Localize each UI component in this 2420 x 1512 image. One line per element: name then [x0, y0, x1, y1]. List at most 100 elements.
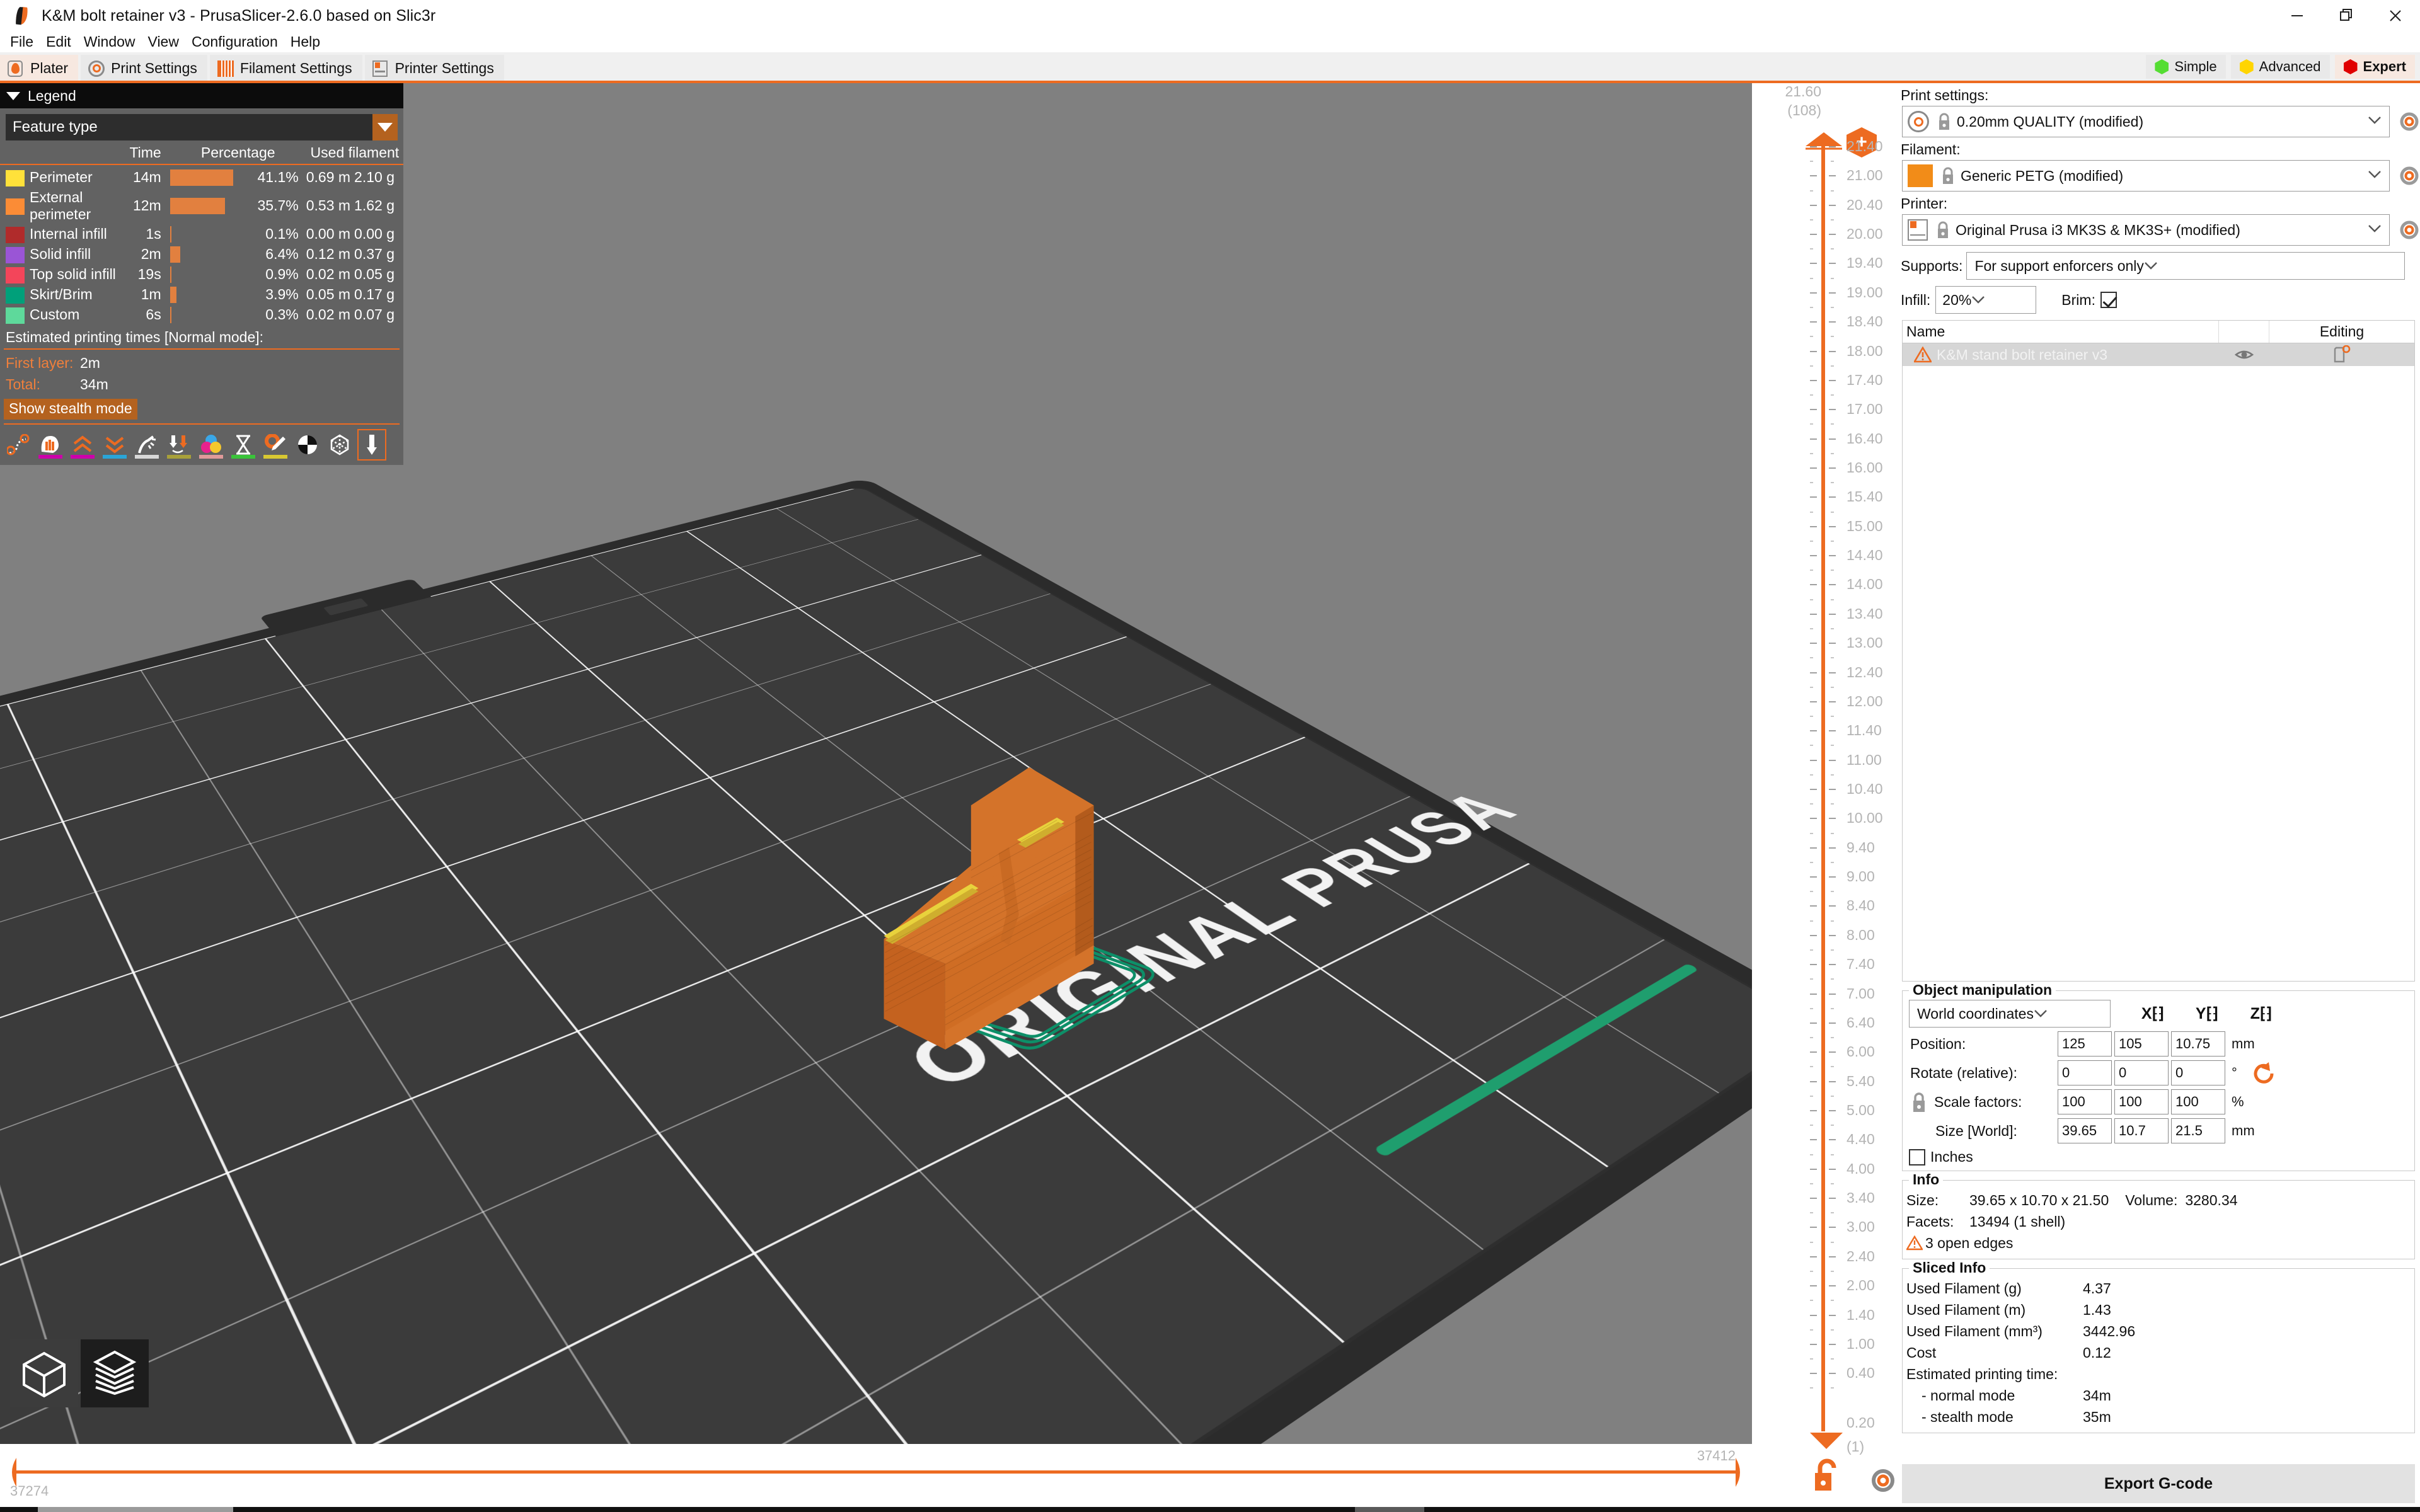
hslider-right-handle[interactable] — [1736, 1458, 1744, 1487]
zslider-minor-tick — [1810, 1329, 1813, 1331]
scrollbar-segment[interactable] — [1355, 1507, 1424, 1512]
mode-advanced[interactable]: Advanced — [2230, 55, 2330, 79]
tab-filament-settings[interactable]: Filament Settings — [209, 55, 362, 82]
close-button[interactable] — [2371, 0, 2420, 32]
zslider-minor-tick — [1810, 920, 1813, 922]
legend-header[interactable]: Legend — [0, 83, 403, 108]
zslider-tick — [1810, 321, 1817, 323]
horizontal-scrollbar[interactable] — [38, 1507, 233, 1512]
menu-configuration[interactable]: Configuration — [185, 32, 284, 52]
horizontal-move-slider[interactable]: 37412 37274 — [0, 1444, 1752, 1501]
chevron-down-icon[interactable] — [372, 114, 398, 140]
color-changes-icon[interactable] — [198, 430, 224, 459]
size-z-input[interactable]: 21.5 — [2171, 1118, 2225, 1143]
print-settings-edit-gear-icon[interactable] — [2399, 111, 2420, 132]
zslider-label: 17.00 — [1847, 401, 1883, 418]
magenta-underline — [71, 454, 95, 459]
menu-view[interactable]: View — [142, 32, 185, 52]
pause-prints-icon[interactable] — [230, 430, 256, 459]
filament-dropdown[interactable]: Generic PETG (modified) — [1902, 160, 2390, 192]
seams-icon[interactable] — [134, 430, 160, 459]
legend-length: 0.02 m — [306, 306, 351, 323]
brim-checkbox[interactable] — [2100, 292, 2117, 308]
legend-title: Legend — [28, 87, 76, 104]
zslider-minor-tick — [1831, 598, 1834, 600]
uniform-scale-lock-icon[interactable] — [1910, 1089, 1928, 1114]
unlock-icon[interactable] — [1812, 1458, 1841, 1493]
zslider-tick — [1810, 730, 1817, 732]
printer-edit-gear-icon[interactable] — [2399, 219, 2420, 241]
size-label: Size: — [1906, 1192, 1939, 1208]
mode-simple[interactable]: Simple — [2146, 55, 2226, 79]
legend-length: 0.12 m — [306, 246, 351, 263]
deretractions-down-icon[interactable] — [101, 430, 128, 459]
tab-plater[interactable]: Plater — [0, 55, 79, 84]
zslider-lower-handle[interactable] — [1810, 1430, 1843, 1449]
mode-expert[interactable]: Expert — [2334, 55, 2415, 79]
maximize-button[interactable] — [2322, 0, 2371, 32]
scale-z-input[interactable]: 100 — [2171, 1089, 2225, 1114]
reset-rotation-icon[interactable] — [2252, 1061, 2276, 1085]
tab-print-settings[interactable]: Print Settings — [81, 55, 207, 82]
window-controls — [2273, 0, 2420, 32]
seams-up-icon[interactable] — [69, 430, 96, 459]
show-stealth-mode-button[interactable]: Show stealth mode — [4, 398, 137, 420]
tool-changes-icon[interactable] — [166, 430, 192, 459]
size-y-input[interactable]: 10.7 — [2114, 1118, 2169, 1143]
eye-icon[interactable] — [2235, 348, 2254, 362]
object-list[interactable]: Name Editing K&M stand bolt retainer v3 — [1902, 320, 2415, 982]
sliced-model[interactable] — [873, 760, 1106, 1050]
total-label: Total: — [6, 375, 40, 392]
rotate-y-input[interactable]: 0 — [2114, 1060, 2169, 1085]
shells-icon[interactable] — [294, 430, 321, 459]
position-y-input[interactable]: 105 — [2114, 1031, 2169, 1057]
tool-marker-icon[interactable] — [326, 430, 353, 459]
position-x-input[interactable]: 125 — [2058, 1031, 2112, 1057]
legend-estimate-title: Estimated printing times [Normal mode]: — [6, 328, 264, 345]
layer-slider[interactable]: 21.60 (108) + 21.40 21.00 20.40 20.00 19.40 1… — [1752, 83, 1897, 1507]
infill-dropdown[interactable]: 20% — [1935, 286, 2037, 314]
minimize-button[interactable] — [2273, 0, 2322, 32]
filament-edit-gear-icon[interactable] — [2399, 165, 2420, 186]
gear-icon[interactable] — [1869, 1467, 1897, 1494]
normal-mode-key: - normal mode — [1922, 1387, 2015, 1404]
view-type-dropdown[interactable]: Feature type — [6, 114, 398, 140]
menu-edit[interactable]: Edit — [40, 32, 78, 52]
inches-checkbox[interactable] — [1909, 1148, 1925, 1166]
scale-y-input[interactable]: 100 — [2114, 1089, 2169, 1114]
size-x-input[interactable]: 39.65 — [2058, 1118, 2112, 1143]
volume-label: Volume: — [2125, 1192, 2178, 1208]
custom-gcodes-icon[interactable] — [262, 430, 289, 459]
coordinate-system-dropdown[interactable]: World coordinates — [1909, 1000, 2111, 1028]
menu-file[interactable]: File — [4, 32, 40, 52]
tab-printer-settings[interactable]: Printer Settings — [364, 55, 504, 82]
swatch-skirt-brim — [6, 287, 25, 304]
legend-time: 1s — [146, 226, 161, 243]
table-row: Skirt/Brim 1m 3.9% 0.05 m 0.17 g — [0, 285, 403, 305]
position-z-input[interactable]: 10.75 — [2171, 1031, 2225, 1057]
rotate-x-input[interactable]: 0 — [2058, 1060, 2112, 1085]
preview-view-button[interactable] — [81, 1339, 149, 1407]
rotate-z-input[interactable]: 0 — [2171, 1060, 2225, 1085]
retractions-icon[interactable] — [37, 430, 64, 459]
legend-icon[interactable] — [357, 428, 386, 461]
menu-help[interactable]: Help — [284, 32, 326, 52]
supports-label: Supports: — [1901, 257, 1963, 274]
object-manipulation-title: Object manipulation — [1909, 982, 2056, 999]
hslider-track[interactable] — [14, 1470, 1738, 1474]
menu-window[interactable]: Window — [78, 32, 142, 52]
zslider-label: 8.00 — [1847, 926, 1875, 943]
printer-dropdown[interactable]: Original Prusa i3 MK3S & MK3S+ (modified… — [1902, 214, 2390, 246]
3d-editor-view-button[interactable] — [10, 1339, 78, 1407]
print-settings-dropdown[interactable]: 0.20mm QUALITY (modified) — [1902, 106, 2390, 137]
zslider-tick — [1810, 818, 1817, 820]
swatch-solid-infill — [6, 246, 25, 263]
travel-paths-icon[interactable] — [5, 430, 32, 459]
supports-dropdown[interactable]: For support enforcers only — [1966, 252, 2405, 280]
printable-icon[interactable] — [2333, 345, 2351, 364]
scale-x-input[interactable]: 100 — [2058, 1089, 2112, 1114]
zslider-minor-tick — [1831, 1007, 1834, 1009]
zslider-tick — [1810, 496, 1817, 498]
export-gcode-button[interactable]: Export G-code — [1902, 1464, 2415, 1503]
table-row[interactable]: K&M stand bolt retainer v3 — [1903, 343, 2414, 366]
